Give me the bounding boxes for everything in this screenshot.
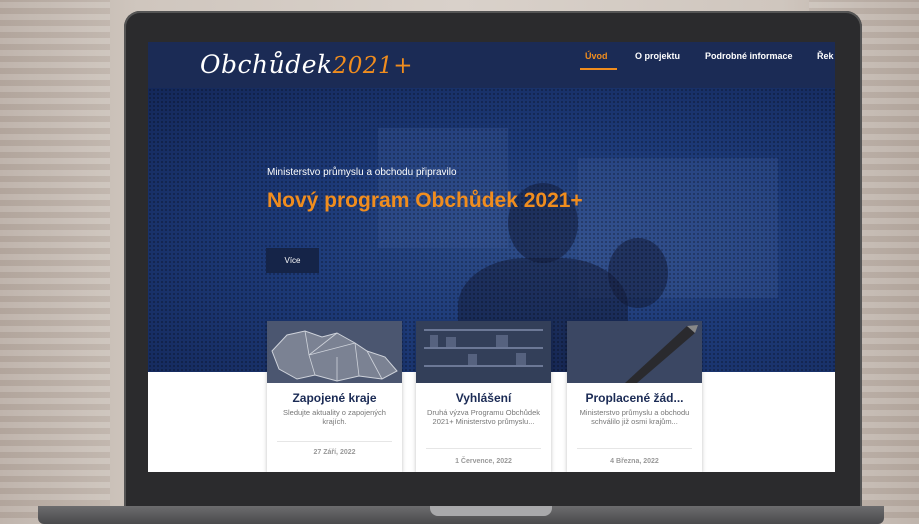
card-body: Zapojené kraje Sledujte aktuality o zapo… <box>267 383 402 426</box>
card-description: Druhá výzva Programu Obchůdek 2021+ Mini… <box>427 408 540 426</box>
laptop-screen: Obchůdek2021+ Úvod O projektu Podrobné i… <box>148 42 835 472</box>
nav-item-o-projektu[interactable]: O projektu <box>635 51 680 61</box>
logo-main-text: Obchůdek <box>200 50 333 79</box>
hero-subtitle: Ministerstvo průmyslu a obchodu připravi… <box>267 167 457 178</box>
shop-shelves-icon <box>416 321 551 383</box>
nav-item-podrobne-informace[interactable]: Podrobné informace <box>705 51 793 61</box>
card-zapojene-kraje[interactable]: Zapojené kraje Sledujte aktuality o zapo… <box>267 321 402 472</box>
card-divider <box>426 448 541 449</box>
pen-icon <box>567 321 702 383</box>
card-description: Ministerstvo průmyslu a obchodu schválil… <box>579 408 690 426</box>
hero-title: Nový program Obchůdek 2021+ <box>267 189 583 212</box>
card-title[interactable]: Zapojené kraje <box>267 391 402 405</box>
nav-item-rek[interactable]: Řek <box>817 51 834 61</box>
logo-suffix-text: 2021+ <box>332 53 413 79</box>
card-description: Sledujte aktuality o zapojených krajích. <box>283 408 386 426</box>
card-vyhlaseni[interactable]: Vyhlášení Druhá výzva Programu Obchůdek … <box>416 321 551 472</box>
card-divider <box>277 441 392 442</box>
card-date: 1 Července, 2022 <box>455 458 512 465</box>
card-title[interactable]: Proplacené žád... <box>567 391 702 405</box>
card-date: 4 Března, 2022 <box>610 458 659 465</box>
card-body: Vyhlášení Druhá výzva Programu Obchůdek … <box>416 383 551 426</box>
card-title[interactable]: Vyhlášení <box>416 391 551 405</box>
site-logo[interactable]: Obchůdek2021+ <box>200 50 413 79</box>
card-body: Proplacené žád... Ministerstvo průmyslu … <box>567 383 702 426</box>
czech-map-icon <box>267 321 402 383</box>
card-image <box>267 321 402 383</box>
card-proplacene-zadosti[interactable]: Proplacené žád... Ministerstvo průmyslu … <box>567 321 702 472</box>
card-image <box>567 321 702 383</box>
laptop-notch <box>430 506 552 516</box>
top-navbar: Obchůdek2021+ Úvod O projektu Podrobné i… <box>148 42 835 88</box>
more-button[interactable]: Více <box>266 248 319 273</box>
background-shelf-left <box>0 0 110 524</box>
nav-active-underline <box>580 68 617 70</box>
card-divider <box>577 448 692 449</box>
card-image <box>416 321 551 383</box>
nav-item-uvod[interactable]: Úvod <box>585 51 608 61</box>
card-date: 27 Září, 2022 <box>313 449 356 456</box>
